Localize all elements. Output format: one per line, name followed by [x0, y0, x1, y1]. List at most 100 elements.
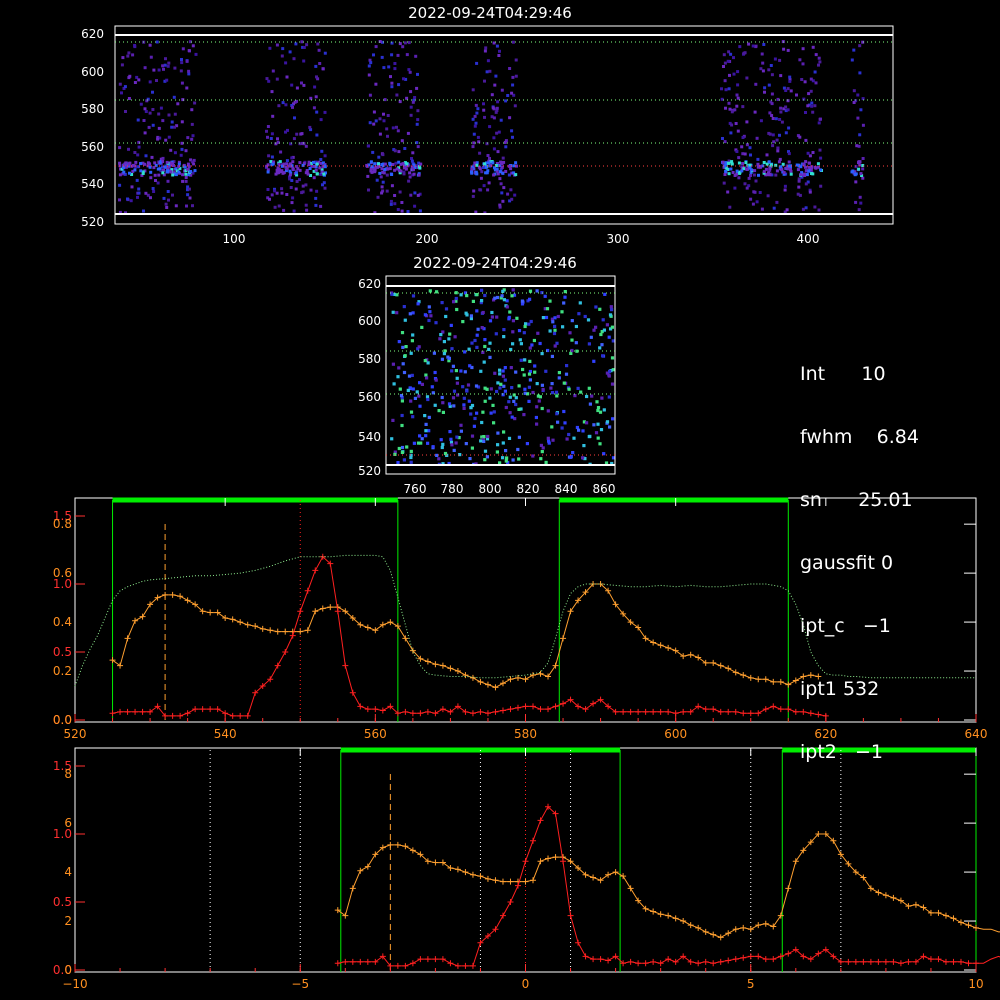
- image-pixel: [752, 173, 756, 177]
- image-pixel: [432, 351, 436, 355]
- red-point-marker: [792, 708, 799, 715]
- image-pixel: [401, 345, 405, 349]
- red-point-marker: [755, 953, 762, 960]
- red-point-marker: [177, 712, 184, 719]
- image-pixel: [858, 44, 862, 48]
- image-pixel: [187, 165, 191, 169]
- image-pixel: [440, 357, 444, 361]
- image-pixel: [314, 64, 318, 68]
- image-pixel: [738, 45, 742, 49]
- image-pixel: [722, 181, 726, 185]
- image-pixel: [398, 100, 402, 104]
- image-pixel: [366, 174, 370, 178]
- image-pixel: [435, 290, 439, 294]
- image-pixel: [448, 332, 452, 336]
- image-pixel: [745, 76, 749, 80]
- image-pixel: [411, 100, 415, 104]
- image-pixel: [818, 60, 822, 64]
- image-pixel: [154, 179, 157, 182]
- image-pixel: [165, 206, 169, 209]
- orange-point-marker: [935, 909, 942, 916]
- image-pixel: [756, 157, 760, 161]
- image-pixel: [482, 102, 485, 106]
- red-point-marker: [627, 958, 634, 965]
- image-pixel: [470, 434, 475, 438]
- red-point-marker: [590, 956, 597, 963]
- image-pixel: [557, 371, 561, 375]
- image-pixel: [514, 161, 518, 165]
- image-pixel: [786, 48, 790, 52]
- image-pixel: [118, 183, 122, 187]
- image-pixel: [770, 73, 774, 77]
- image-pixel: [516, 447, 520, 452]
- image-pixel: [181, 47, 185, 51]
- orange-y-tick-label: 2: [64, 914, 72, 928]
- image-pixel: [490, 310, 494, 315]
- image-pixel: [508, 310, 512, 314]
- zoom-x-ticks: 760 780 800 820 840 860: [404, 482, 616, 496]
- red-point-marker: [484, 710, 491, 717]
- image-pixel: [805, 173, 809, 177]
- image-pixel: [782, 47, 786, 51]
- image-pixel: [461, 385, 465, 389]
- image-pixel: [501, 374, 505, 378]
- image-pixel: [454, 441, 458, 445]
- image-pixel: [143, 162, 147, 166]
- image-pixel: [588, 402, 592, 406]
- image-pixel: [391, 310, 395, 314]
- image-pixel: [390, 85, 394, 89]
- red-point-marker: [650, 708, 657, 715]
- orange-point-marker: [725, 930, 732, 937]
- image-pixel: [596, 406, 601, 410]
- image-pixel: [504, 405, 508, 410]
- red-y-tick-label: 0.5: [53, 645, 72, 659]
- red-point-marker: [424, 708, 431, 715]
- image-pixel: [385, 127, 389, 131]
- red-point-marker: [635, 960, 642, 967]
- image-pixel: [187, 49, 191, 53]
- orange-point-marker: [162, 591, 169, 598]
- image-pixel: [416, 145, 420, 149]
- image-pixel: [585, 394, 589, 399]
- image-pixel: [498, 177, 502, 181]
- image-pixel: [519, 358, 523, 362]
- image-pixel: [447, 337, 451, 341]
- image-pixel: [151, 90, 154, 94]
- image-pixel: [367, 64, 371, 68]
- image-pixel: [164, 138, 168, 142]
- orange-point-marker: [462, 672, 469, 679]
- image-pixel: [395, 311, 399, 315]
- image-pixel: [118, 82, 122, 86]
- image-pixel: [372, 170, 376, 174]
- image-pixel: [265, 77, 269, 81]
- image-pixel: [528, 289, 533, 293]
- image-pixel: [152, 68, 156, 72]
- orange-point-marker: [530, 672, 537, 679]
- image-pixel: [510, 415, 514, 419]
- red-point-marker: [875, 958, 882, 965]
- image-pixel: [288, 173, 292, 177]
- red-point-marker: [942, 958, 949, 965]
- image-pixel: [473, 416, 477, 421]
- image-pixel: [177, 170, 181, 174]
- orange-y-tick-label: 0.0: [53, 713, 72, 727]
- image-pixel: [372, 53, 375, 57]
- image-pixel: [796, 168, 800, 172]
- image-pixel: [603, 292, 607, 296]
- info-fwhm-row: fwhm 6.84: [800, 426, 919, 448]
- image-pixel: [393, 67, 397, 71]
- image-pixel: [762, 43, 766, 46]
- image-pixel: [488, 355, 492, 359]
- image-pixel: [490, 315, 494, 319]
- image-pixel: [144, 191, 148, 195]
- orange-point-marker: [950, 915, 957, 922]
- red-point-marker: [364, 958, 371, 965]
- image-pixel: [549, 386, 553, 390]
- zoom-image-panel: 2022-09-24T04:29:46 520 540 560 580 600 …: [358, 254, 616, 496]
- image-pixel: [598, 346, 602, 350]
- image-pixel: [387, 65, 391, 69]
- image-pixel: [139, 169, 143, 173]
- image-pixel: [474, 170, 478, 174]
- image-pixel: [788, 75, 792, 79]
- image-pixel: [462, 403, 466, 407]
